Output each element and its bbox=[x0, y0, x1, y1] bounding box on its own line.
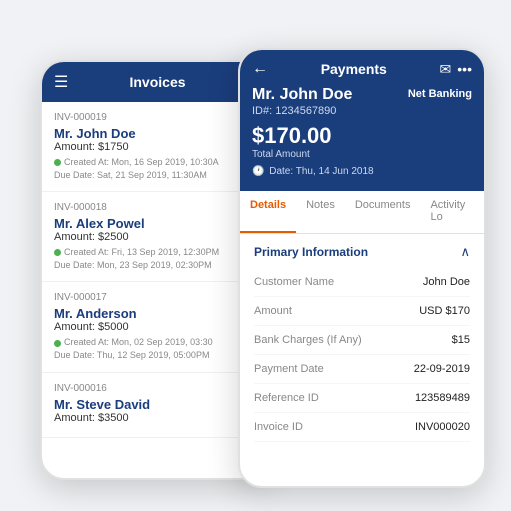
invoice-id: INV-000018 bbox=[54, 202, 256, 213]
detail-row: Customer Name John Doe bbox=[254, 268, 470, 297]
chevron-up-icon[interactable]: ∧ bbox=[460, 244, 470, 260]
invoices-title: Invoices bbox=[68, 74, 246, 90]
payment-info-row: Mr. John Doe ID#: 1234567890 Net Banking bbox=[252, 86, 472, 123]
tab-documents[interactable]: Documents bbox=[345, 191, 421, 233]
payment-amount-block: $170.00 Total Amount bbox=[252, 123, 472, 160]
payment-method-label: Net Banking bbox=[408, 88, 472, 100]
invoice-name: Mr. Steve David bbox=[54, 397, 256, 412]
detail-value: USD $170 bbox=[419, 305, 470, 317]
invoice-amount: Amount: $5000 bbox=[54, 321, 256, 333]
detail-value: INV000020 bbox=[415, 421, 470, 433]
detail-label: Customer Name bbox=[254, 276, 334, 288]
notch-left bbox=[125, 62, 185, 76]
more-icon[interactable]: ••• bbox=[457, 61, 472, 77]
detail-row: Bank Charges (If Any) $15 bbox=[254, 326, 470, 355]
detail-row: Amount USD $170 bbox=[254, 297, 470, 326]
detail-value: John Doe bbox=[423, 276, 470, 288]
payment-tabs: DetailsNotesDocumentsActivity Lo bbox=[240, 191, 484, 234]
invoice-amount: Amount: $1750 bbox=[54, 141, 256, 153]
detail-label: Payment Date bbox=[254, 363, 324, 375]
invoice-id: INV-000019 bbox=[54, 112, 256, 123]
detail-label: Bank Charges (If Any) bbox=[254, 334, 362, 346]
detail-value: $15 bbox=[452, 334, 470, 346]
detail-row: Invoice ID INV000020 bbox=[254, 413, 470, 442]
invoice-id: INV-000017 bbox=[54, 292, 256, 303]
notch-right bbox=[332, 50, 392, 64]
invoice-id: INV-000016 bbox=[54, 383, 256, 394]
detail-label: Amount bbox=[254, 305, 292, 317]
invoice-name: Mr. Alex Powel bbox=[54, 216, 256, 231]
detail-rows: Customer Name John Doe Amount USD $170 B… bbox=[254, 268, 470, 442]
header-icons: ✉ ••• bbox=[440, 61, 472, 78]
email-icon[interactable]: ✉ bbox=[440, 61, 452, 78]
payment-amount: $170.00 bbox=[252, 123, 472, 149]
invoice-amount: Amount: $3500 bbox=[54, 412, 256, 424]
detail-label: Invoice ID bbox=[254, 421, 303, 433]
payments-phone: ← Payments ✉ ••• Mr. John Doe ID#: 12345… bbox=[238, 48, 486, 488]
tab-notes[interactable]: Notes bbox=[296, 191, 345, 233]
invoice-name: Mr. Anderson bbox=[54, 306, 256, 321]
detail-label: Reference ID bbox=[254, 392, 319, 404]
invoices-phone: ☰ Invoices + INV-000019 Mr. John Doe Amo… bbox=[40, 60, 270, 480]
invoice-item[interactable]: INV-000018 Mr. Alex Powel Amount: $2500 … bbox=[42, 192, 268, 282]
back-icon[interactable]: ← bbox=[252, 60, 268, 78]
tab-activity-lo[interactable]: Activity Lo bbox=[420, 191, 484, 233]
detail-value: 22-09-2019 bbox=[414, 363, 470, 375]
payment-customer-name: Mr. John Doe bbox=[252, 86, 352, 104]
detail-row: Reference ID 123589489 bbox=[254, 384, 470, 413]
section-header: Primary Information ∧ bbox=[254, 244, 470, 260]
payment-customer-id: ID#: 1234567890 bbox=[252, 105, 352, 117]
invoice-name: Mr. John Doe bbox=[54, 126, 256, 141]
payments-header: ← Payments ✉ ••• Mr. John Doe ID#: 12345… bbox=[240, 50, 484, 191]
tab-details[interactable]: Details bbox=[240, 191, 296, 233]
section-title: Primary Information bbox=[254, 245, 368, 259]
invoice-item[interactable]: INV-000017 Mr. Anderson Amount: $5000 Cr… bbox=[42, 282, 268, 372]
invoice-amount: Amount: $2500 bbox=[54, 231, 256, 243]
invoice-list: INV-000019 Mr. John Doe Amount: $1750 Cr… bbox=[42, 102, 268, 438]
clock-icon: 🕐 bbox=[252, 166, 264, 177]
payment-date-text: Date: Thu, 14 Jun 2018 bbox=[269, 166, 373, 177]
hamburger-icon[interactable]: ☰ bbox=[54, 72, 68, 92]
invoice-item[interactable]: INV-000019 Mr. John Doe Amount: $1750 Cr… bbox=[42, 102, 268, 192]
payment-method-block: Net Banking bbox=[408, 86, 472, 100]
detail-value: 123589489 bbox=[415, 392, 470, 404]
payment-total-label: Total Amount bbox=[252, 149, 472, 160]
details-section: Primary Information ∧ Customer Name John… bbox=[240, 234, 484, 442]
payment-name-block: Mr. John Doe ID#: 1234567890 bbox=[252, 86, 352, 123]
payment-date: 🕐 Date: Thu, 14 Jun 2018 bbox=[252, 166, 472, 177]
detail-row: Payment Date 22-09-2019 bbox=[254, 355, 470, 384]
invoice-item[interactable]: INV-000016 Mr. Steve David Amount: $3500 bbox=[42, 373, 268, 438]
